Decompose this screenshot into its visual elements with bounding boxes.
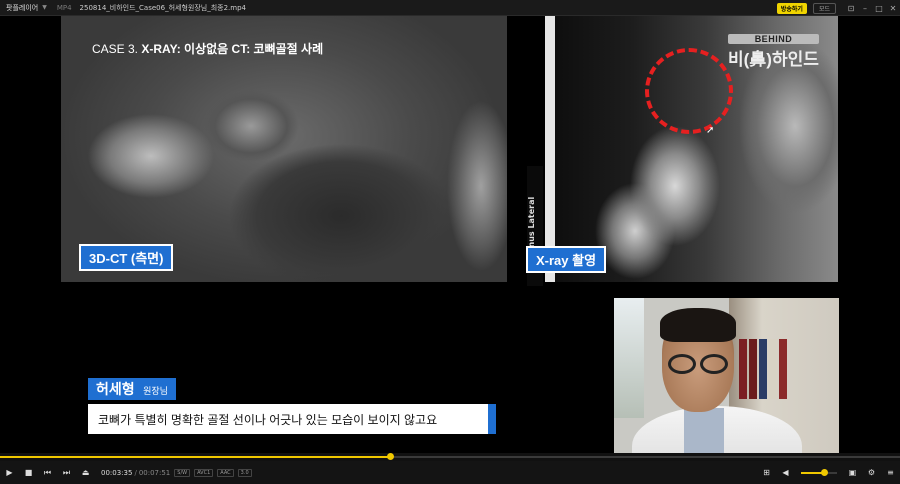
case-prefix: CASE 3. xyxy=(92,42,139,56)
file-name: 250814_비하인드_Case06_허세형원장님_최종2.mp4 xyxy=(79,3,246,12)
settings-icon[interactable]: ⚙ xyxy=(862,468,881,477)
seek-progress xyxy=(0,456,390,458)
highlight-circle xyxy=(645,48,733,134)
player-window: 팟플레이어 ▼ MP4 250814_비하인드_Case06_허세형원장님_최종… xyxy=(0,0,900,484)
seek-handle[interactable] xyxy=(386,453,394,460)
previous-icon[interactable]: ⏮ xyxy=(38,468,57,478)
speaker-badge: 허세형 원장님 xyxy=(88,378,176,400)
doctor-camera-inset xyxy=(614,298,839,453)
logo-small-text: BEHIND xyxy=(728,34,819,44)
menu-icon[interactable]: ≡ xyxy=(881,468,900,477)
subtitle-caption: 코뼈가 특별히 명확한 골절 선이나 어긋나 있는 모습이 보이지 않고요 xyxy=(88,404,496,434)
next-icon[interactable]: ⏭ xyxy=(57,468,76,478)
format-label: MP4 xyxy=(56,3,72,12)
doctor-hair xyxy=(660,308,736,342)
time-separator: / xyxy=(134,468,137,477)
ct-tag: 3D-CT (측면) xyxy=(79,244,174,271)
close-icon[interactable]: ✕ xyxy=(886,4,900,13)
broadcast-button[interactable]: 방송하기 xyxy=(776,2,807,14)
glasses-icon xyxy=(664,354,732,374)
mouse-cursor-icon: ➚ xyxy=(706,125,715,136)
doctor-shirt xyxy=(684,408,724,453)
volume-icon[interactable]: ◀ xyxy=(776,468,795,477)
book xyxy=(779,339,787,399)
speaker-role: 원장님 xyxy=(143,386,168,396)
capture-icon[interactable]: ⊞ xyxy=(757,468,776,477)
book xyxy=(739,339,747,399)
mode-button[interactable]: 모드 xyxy=(812,2,836,14)
app-menu-button[interactable]: 팟플레이어 xyxy=(6,3,38,13)
xray-film-edge xyxy=(545,16,555,282)
stop-icon[interactable]: ■ xyxy=(19,468,38,477)
codec-chip[interactable]: AAC xyxy=(217,468,234,477)
duration: 00:07:51 xyxy=(138,468,171,477)
minimize-icon[interactable]: – xyxy=(858,4,872,13)
behind-logo: BEHIND 비(鼻)하인드 xyxy=(728,34,819,70)
maximize-icon[interactable]: □ xyxy=(872,4,886,13)
book xyxy=(759,339,767,399)
codec-chip[interactable]: AVC1 xyxy=(194,468,214,477)
current-time: 00:03:35 xyxy=(101,468,133,477)
codec-chip[interactable]: 3.0 xyxy=(237,468,252,477)
logo-big-text: 비(鼻)하인드 xyxy=(728,50,819,69)
case-title: CASE 3. X-RAY: 이상없음 CT: 코뼈골절 사례 xyxy=(92,40,323,57)
speaker-name: 허세형 xyxy=(96,381,135,397)
title-bar-actions: 방송하기 모드 ⊡ – □ ✕ xyxy=(776,0,900,16)
book xyxy=(769,339,777,399)
window-background xyxy=(614,298,644,418)
pin-icon[interactable]: ⊡ xyxy=(844,4,858,13)
control-bar: ▶ ■ ⏮ ⏭ ⏏ 00:03:35 / 00:07:51 S/W AVC1 A… xyxy=(0,461,900,484)
screen-icon[interactable]: ▣ xyxy=(843,468,862,477)
case-title-text: X-RAY: 이상없음 CT: 코뼈골절 사례 xyxy=(141,42,324,56)
chevron-down-icon[interactable]: ▼ xyxy=(42,4,47,11)
title-bar: 팟플레이어 ▼ MP4 250814_비하인드_Case06_허세형원장님_최종… xyxy=(0,0,900,16)
codec-chip[interactable]: S/W xyxy=(174,468,191,477)
xray-tag: X-ray 촬영 xyxy=(526,246,607,273)
volume-slider[interactable] xyxy=(801,468,837,476)
video-frame[interactable]: Sinus Lateral CASE 3. X-RAY: 이상없음 CT: 코뼈… xyxy=(0,16,900,453)
book xyxy=(749,339,757,399)
play-icon[interactable]: ▶ xyxy=(0,468,19,477)
control-bar-right: ⊞ ◀ ▣ ⚙ ≡ xyxy=(757,461,900,484)
eject-icon[interactable]: ⏏ xyxy=(76,468,95,477)
volume-handle[interactable] xyxy=(821,468,829,476)
seek-bar[interactable] xyxy=(0,453,900,461)
